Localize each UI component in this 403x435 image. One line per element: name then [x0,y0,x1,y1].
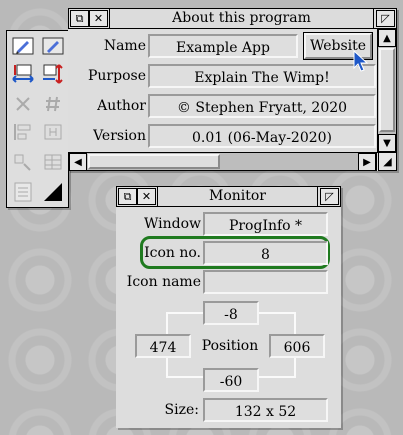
close-icon[interactable]: ✕ [137,188,156,205]
move-resize-icon[interactable] [38,61,68,87]
position-top-value: -8 [203,301,259,325]
resize-corner-icon[interactable] [8,149,38,175]
scroll-up-icon[interactable]: ▲ [378,29,396,47]
position-label: Position [198,334,262,358]
purpose-label: Purpose [88,68,146,84]
position-right-value: 606 [269,334,325,358]
grid-icon[interactable] [38,149,68,175]
icon-no-value: 8 [203,241,328,265]
position-left-value: 474 [135,334,191,358]
edit-icon[interactable] [8,33,38,59]
monitor-titlebar[interactable]: ⧉ ✕ Monitor ◸ [116,186,341,207]
list-icon[interactable] [8,179,38,205]
move-icon[interactable] [8,61,38,87]
window-label: Window [143,216,201,232]
name-label: Name [103,38,146,54]
cross-icon[interactable] [8,91,38,117]
scroll-left-icon[interactable]: ◀ [69,153,87,171]
author-value: © Stephen Fryatt, 2020 [148,94,376,118]
purpose-value: Explain The Wimp! [148,64,376,88]
window-title: About this program [109,9,374,28]
horizontal-scrollbar[interactable]: ◀ ▶ [68,152,377,171]
window-value: ProgInfo * [203,212,328,236]
horizontal-scroll-thumb[interactable] [88,154,220,169]
align-left-icon[interactable] [8,119,38,145]
version-value: 0.01 (06-May-2020) [148,124,376,148]
name-value: Example App [148,34,298,58]
resize-icon[interactable]: ◢ [378,152,397,171]
toggle-size-icon[interactable]: ◸ [320,188,339,205]
scroll-down-icon[interactable]: ▼ [378,134,396,152]
window-title: Monitor [157,187,318,206]
about-titlebar[interactable]: ⧉ ✕ About this program ◸ [68,8,397,29]
about-window: ⧉ ✕ About this program ◸ Name Example Ap… [68,8,397,171]
back-icon[interactable]: ⧉ [118,188,137,205]
vertical-scrollbar[interactable]: ▲ ▼ [377,28,397,153]
mouse-pointer-icon [352,49,372,74]
align-horizontal-icon[interactable] [38,119,68,145]
icon-name-label: Icon name [126,274,201,290]
back-icon[interactable]: ⧉ [70,10,89,27]
close-icon[interactable]: ✕ [89,10,108,27]
size-label: Size: [164,402,199,418]
vertical-scroll-thumb[interactable] [379,48,395,132]
toggle-size-icon[interactable]: ◸ [376,10,395,27]
author-label: Author [97,98,146,114]
icon-name-value [203,270,328,294]
icon-no-label: Icon no. [144,245,201,261]
scroll-right-icon[interactable]: ▶ [358,153,376,171]
version-label: Version [93,128,146,144]
black-triangle-icon[interactable] [38,179,68,205]
monitor-window: ⧉ ✕ Monitor ◸ Window ProgInfo * Icon no.… [116,186,341,428]
size-value: 132 x 52 [203,398,328,422]
position-bottom-value: -60 [203,368,259,392]
toolbox-palette [6,30,69,208]
hash-icon[interactable] [38,91,68,117]
edit-alt-icon[interactable] [38,33,68,59]
